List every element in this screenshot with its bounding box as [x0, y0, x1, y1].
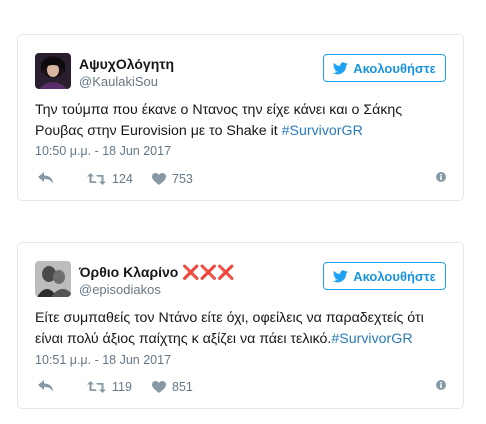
- hashtag-link[interactable]: #SurvivorGR: [331, 331, 412, 347]
- timestamp[interactable]: 10:51 μ.μ. - 18 Jun 2017: [35, 353, 171, 367]
- avatar[interactable]: [35, 261, 71, 297]
- heart-icon: [152, 381, 166, 393]
- follow-button[interactable]: Ακολουθήστε: [323, 262, 446, 290]
- reply-button[interactable]: [38, 380, 54, 393]
- tweet-text: Την τούμπα που έκανε ο Ντανος την είχε κ…: [35, 100, 445, 142]
- user-handle[interactable]: @KaulakiSou: [79, 74, 158, 89]
- follow-label: Ακολουθήστε: [353, 268, 436, 284]
- info-button[interactable]: [436, 172, 446, 182]
- display-name[interactable]: ΑψυχΟλόγητη: [79, 56, 174, 72]
- retweet-count: 124: [112, 172, 133, 186]
- reply-button[interactable]: [38, 172, 54, 185]
- action-bar: 124 753: [35, 172, 446, 188]
- like-button[interactable]: 851: [152, 380, 193, 394]
- action-bar: 119 851: [35, 380, 446, 396]
- retweet-button[interactable]: 119: [87, 380, 132, 394]
- info-icon: [436, 172, 446, 182]
- like-button[interactable]: 753: [152, 172, 193, 186]
- bird-icon: [333, 269, 348, 282]
- timestamp[interactable]: 10:50 μ.μ. - 18 Jun 2017: [35, 144, 171, 158]
- info-button[interactable]: [436, 380, 446, 390]
- display-name[interactable]: Όρθιο Κλαρίνο ❌❌❌: [79, 264, 235, 281]
- reply-icon: [38, 380, 53, 392]
- bird-icon: [333, 61, 348, 74]
- tweet-card: Όρθιο Κλαρίνο ❌❌❌ @episodiakos Ακολουθήσ…: [17, 242, 464, 409]
- info-icon: [436, 380, 446, 390]
- like-count: 753: [172, 172, 193, 186]
- hashtag-link[interactable]: #SurvivorGR: [282, 123, 363, 139]
- retweet-count: 119: [112, 380, 132, 394]
- tweet-text: Είτε συμπαθείς τον Ντάνο είτε όχι, οφείλ…: [35, 308, 445, 350]
- retweet-icon: [87, 381, 106, 393]
- retweet-button[interactable]: 124: [87, 172, 133, 186]
- user-handle[interactable]: @episodiakos: [79, 282, 161, 297]
- follow-button[interactable]: Ακολουθήστε: [323, 54, 446, 82]
- avatar[interactable]: [35, 53, 71, 89]
- heart-icon: [152, 173, 166, 185]
- follow-label: Ακολουθήστε: [353, 60, 436, 76]
- like-count: 851: [172, 380, 193, 394]
- retweet-icon: [87, 173, 106, 185]
- reply-icon: [38, 172, 53, 184]
- tweet-card: ΑψυχΟλόγητη @KaulakiSou Ακολουθήστε Την …: [17, 34, 464, 201]
